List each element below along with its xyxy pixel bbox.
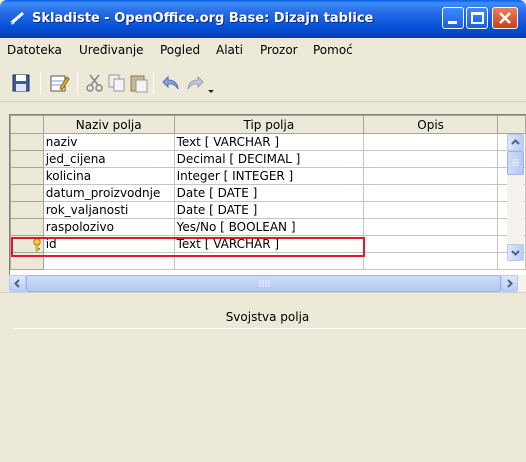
- toolbar: [0, 62, 526, 102]
- field-name-cell[interactable]: [42, 252, 175, 270]
- field-properties-pane: Svojstva polja: [9, 300, 526, 462]
- maximize-icon: [471, 12, 484, 24]
- row-header[interactable]: [10, 201, 44, 219]
- scroll-left-button[interactable]: [9, 275, 26, 292]
- close-icon: [499, 12, 511, 24]
- field-properties-title: Svojstva polja: [225, 310, 310, 324]
- scroll-down-button[interactable]: [507, 244, 524, 261]
- menu-datoteka[interactable]: Datoteka: [7, 43, 62, 57]
- table-design-window: Skladiste - OpenOffice.org Base: Dizajn …: [0, 0, 526, 462]
- vertical-scroll-thumb[interactable]: [507, 151, 524, 175]
- field-description-cell[interactable]: [363, 184, 499, 202]
- field-name-cell[interactable]: datum_proizvodnje: [42, 184, 175, 202]
- close-button[interactable]: [492, 7, 518, 29]
- row-header[interactable]: [10, 150, 44, 168]
- menu-pogled[interactable]: Pogled: [160, 43, 200, 57]
- table-row[interactable]: naziv Text [ VARCHAR ]: [10, 133, 526, 151]
- field-name-cell[interactable]: kolicina: [42, 167, 175, 185]
- table-row[interactable]: raspolozivo Yes/No [ BOOLEAN ]: [10, 218, 526, 236]
- toolbar-dropdown-icon[interactable]: [206, 72, 216, 94]
- row-header[interactable]: [10, 252, 44, 270]
- field-type-cell[interactable]: Text [ VARCHAR ]: [173, 133, 365, 151]
- save-icon[interactable]: [10, 72, 32, 94]
- field-name-cell[interactable]: rok_valjanosti: [42, 201, 175, 219]
- field-name-cell[interactable]: raspolozivo: [42, 218, 175, 236]
- field-description-cell[interactable]: [363, 167, 499, 185]
- vertical-scrollbar[interactable]: [507, 134, 524, 261]
- divider: [14, 328, 526, 329]
- field-type-cell[interactable]: Decimal [ DECIMAL ]: [173, 150, 365, 168]
- field-type-cell[interactable]: Yes/No [ BOOLEAN ]: [173, 218, 365, 236]
- table-row[interactable]: jed_cijena Decimal [ DECIMAL ]: [10, 150, 526, 168]
- title-bar[interactable]: Skladiste - OpenOffice.org Base: Dizajn …: [0, 0, 526, 38]
- field-description-cell[interactable]: [363, 133, 499, 151]
- column-header-extra: [497, 115, 526, 134]
- field-description-cell[interactable]: [363, 252, 499, 270]
- row-header[interactable]: [10, 235, 44, 253]
- field-description-cell[interactable]: [363, 235, 499, 253]
- chevron-left-icon: [14, 279, 20, 288]
- field-description-cell[interactable]: [363, 218, 499, 236]
- column-header-description[interactable]: Opis: [363, 115, 499, 134]
- chevron-right-icon: [507, 279, 513, 288]
- field-type-cell[interactable]: [173, 252, 365, 270]
- toolbar-separator: [77, 72, 78, 94]
- paste-icon[interactable]: [128, 72, 150, 94]
- pane-splitter[interactable]: [0, 292, 526, 300]
- horizontal-scroll-thumb[interactable]: [26, 275, 501, 292]
- table-row[interactable]: rok_valjanosti Date [ DATE ]: [10, 201, 526, 219]
- field-grid: Naziv polja Tip polja Opis naziv Text [ …: [9, 114, 526, 292]
- table-row-empty[interactable]: [10, 252, 526, 270]
- field-name-cell[interactable]: naziv: [42, 133, 175, 151]
- chevron-down-icon: [511, 250, 520, 256]
- field-description-cell[interactable]: [363, 150, 499, 168]
- chevron-up-icon: [511, 139, 520, 145]
- minimize-button[interactable]: [442, 7, 464, 29]
- table-row[interactable]: datum_proizvodnje Date [ DATE ]: [10, 184, 526, 202]
- window-title: Skladiste - OpenOffice.org Base: Dizajn …: [32, 11, 374, 26]
- toolbar-separator: [153, 72, 154, 94]
- row-header[interactable]: [10, 167, 44, 185]
- table-row-primary-key[interactable]: id Text [ VARCHAR ]: [10, 235, 526, 253]
- menu-alati[interactable]: Alati: [216, 43, 243, 57]
- menu-prozor[interactable]: Prozor: [260, 43, 298, 57]
- field-type-cell[interactable]: Integer [ INTEGER ]: [173, 167, 365, 185]
- edit-table-icon[interactable]: [48, 72, 70, 94]
- field-name-cell[interactable]: id: [42, 235, 175, 253]
- column-header-name[interactable]: Naziv polja: [42, 115, 175, 134]
- grip-icon: [259, 280, 270, 287]
- table-row[interactable]: kolicina Integer [ INTEGER ]: [10, 167, 526, 185]
- row-header[interactable]: [10, 184, 44, 202]
- minimize-icon: [448, 21, 457, 24]
- field-type-cell[interactable]: Text [ VARCHAR ]: [173, 235, 365, 253]
- field-name-cell[interactable]: jed_cijena: [42, 150, 175, 168]
- scroll-right-button[interactable]: [501, 275, 518, 292]
- menu-bar: Datoteka Uređivanje Pogled Alati Prozor …: [0, 38, 526, 62]
- primary-key-icon: [33, 238, 41, 252]
- maximize-button[interactable]: [466, 7, 488, 29]
- cut-icon[interactable]: [84, 72, 106, 94]
- field-type-cell[interactable]: Date [ DATE ]: [173, 184, 365, 202]
- menu-uredivanje[interactable]: Uređivanje: [79, 43, 144, 57]
- horizontal-scrollbar[interactable]: [9, 275, 526, 292]
- field-type-cell[interactable]: Date [ DATE ]: [173, 201, 365, 219]
- toolbar-separator: [40, 72, 41, 94]
- openoffice-app-icon: [10, 12, 24, 25]
- redo-icon[interactable]: [184, 72, 206, 94]
- undo-icon[interactable]: [160, 72, 182, 94]
- copy-icon[interactable]: [106, 72, 128, 94]
- row-header[interactable]: [10, 218, 44, 236]
- field-description-cell[interactable]: [363, 201, 499, 219]
- grip-icon: [512, 159, 519, 166]
- scroll-up-button[interactable]: [507, 134, 524, 151]
- menu-pomoc[interactable]: Pomoć: [313, 43, 353, 57]
- row-header-corner: [10, 115, 44, 134]
- row-header[interactable]: [10, 133, 44, 151]
- field-table: Naziv polja Tip polja Opis naziv Text [ …: [10, 115, 526, 270]
- column-header-type[interactable]: Tip polja: [173, 115, 365, 134]
